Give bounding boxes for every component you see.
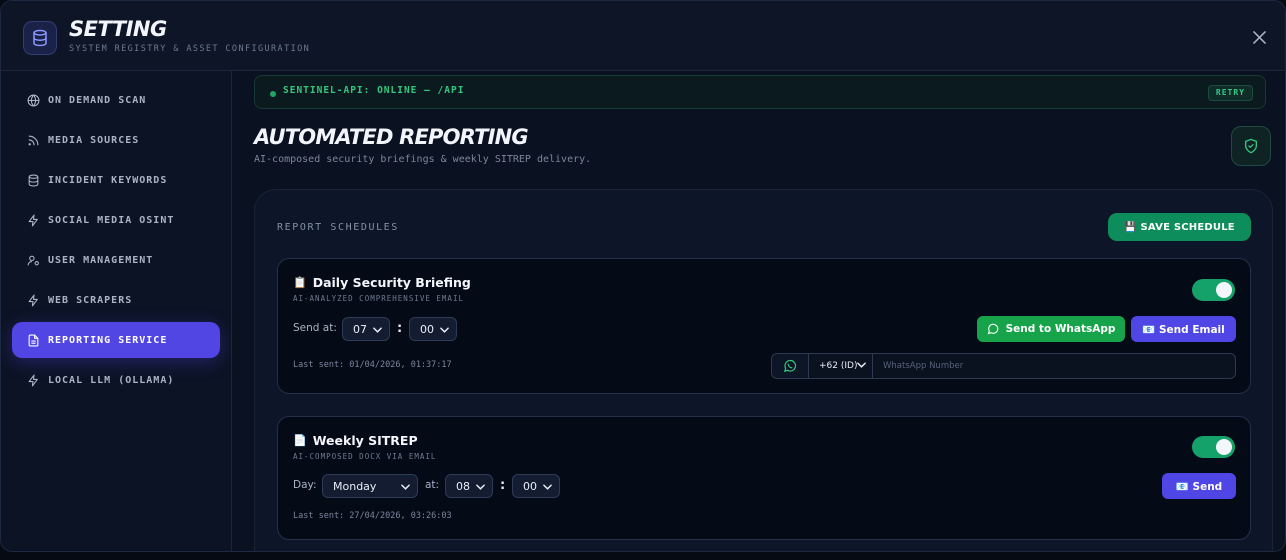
whatsapp-number-group: +62 (ID)	[771, 353, 1236, 379]
weekly-sitrep-card: 📄 Weekly SITREP AI-COMPOSED DOCX VIA EMA…	[277, 416, 1251, 540]
select-value: 08	[456, 479, 470, 493]
sidebar-item-label: INCIDENT KEYWORDS	[48, 174, 168, 186]
chevron-down-icon	[440, 327, 449, 333]
select-value: +62 (ID)	[819, 361, 858, 371]
retry-button[interactable]: RETRY	[1207, 85, 1253, 101]
send-at-label: Send at:	[293, 322, 337, 334]
sidebar-item-label: WEB SCRAPERS	[48, 294, 133, 306]
time-separator: :	[397, 321, 403, 336]
select-value: 07	[353, 322, 367, 336]
card-title-text: Daily Security Briefing	[312, 275, 471, 290]
report-schedules-panel: REPORT SCHEDULES 💾 SAVE SCHEDULE 📋 Daily…	[254, 189, 1273, 551]
select-value: 00	[420, 322, 434, 336]
window-subtitle: SYSTEM REGISTRY & ASSET CONFIGURATION	[69, 44, 311, 54]
sidebar-item-label: MEDIA SOURCES	[48, 134, 140, 146]
page-title: AUTOMATED REPORTING	[254, 125, 529, 149]
select-value: 00	[523, 479, 537, 493]
chevron-down-icon	[476, 484, 485, 490]
section-title: REPORT SCHEDULES	[277, 222, 399, 233]
bolt-icon	[26, 373, 40, 387]
bolt-icon	[26, 293, 40, 307]
chevron-down-icon	[373, 327, 382, 333]
database-icon	[26, 173, 40, 187]
sidebar-item-on-demand-scan[interactable]: ON DEMAND SCAN	[12, 82, 220, 118]
header: SETTING SYSTEM REGISTRY & ASSET CONFIGUR…	[1, 1, 1285, 71]
weekly-minute-select[interactable]: 00	[512, 474, 560, 498]
whatsapp-icon	[987, 323, 998, 335]
button-label: Send to WhatsApp	[1005, 323, 1116, 335]
send-sitrep-button[interactable]: 📧 Send	[1162, 473, 1236, 499]
toggle-knob	[1216, 439, 1232, 455]
daily-minute-select[interactable]: 00	[409, 317, 457, 341]
card-subtitle: AI-COMPOSED DOCX VIA EMAIL	[293, 452, 437, 461]
user-settings-icon	[26, 253, 40, 267]
daily-enable-toggle[interactable]	[1192, 279, 1235, 301]
sidebar-item-social-media-osint[interactable]: SOCIAL MEDIA OSINT	[12, 202, 220, 238]
chevron-down-icon	[857, 362, 866, 368]
time-separator: :	[500, 478, 506, 493]
card-title: 📋 Daily Security Briefing	[293, 275, 471, 290]
sidebar: ON DEMAND SCAN MEDIA SOURCES INCIDENT KE…	[1, 71, 232, 551]
send-to-whatsapp-button[interactable]: Send to WhatsApp	[977, 316, 1125, 342]
whatsapp-number-input[interactable]	[873, 354, 1235, 378]
weekly-hour-select[interactable]: 08	[445, 474, 493, 498]
rss-icon	[26, 133, 40, 147]
sidebar-item-incident-keywords[interactable]: INCIDENT KEYWORDS	[12, 162, 220, 198]
globe-icon	[26, 93, 40, 107]
save-schedule-button[interactable]: 💾 SAVE SCHEDULE	[1108, 213, 1251, 241]
card-subtitle: AI-ANALYZED COMPREHENSIVE EMAIL	[293, 294, 464, 303]
window-title: SETTING	[69, 17, 167, 41]
toggle-knob	[1216, 282, 1232, 298]
clipboard-icon: 📋	[293, 276, 307, 289]
card-title-text: Weekly SITREP	[312, 433, 418, 448]
country-code-select[interactable]: +62 (ID)	[809, 354, 873, 378]
database-logo-icon	[23, 21, 57, 55]
at-label: at:	[425, 479, 440, 491]
day-label: Day:	[293, 479, 317, 491]
sidebar-item-user-management[interactable]: USER MANAGEMENT	[12, 242, 220, 278]
chevron-down-icon	[401, 484, 410, 490]
sidebar-item-reporting-service[interactable]: REPORTING SERVICE	[12, 322, 220, 358]
daily-hour-select[interactable]: 07	[342, 317, 390, 341]
sidebar-item-label: ON DEMAND SCAN	[48, 94, 147, 106]
sidebar-item-label: USER MANAGEMENT	[48, 254, 154, 266]
shield-check-icon	[1231, 126, 1271, 166]
sidebar-item-label: REPORTING SERVICE	[48, 334, 168, 346]
document-icon	[26, 333, 40, 347]
main-content: SENTINEL-API: ONLINE — /API RETRY AUTOMA…	[232, 71, 1285, 551]
sidebar-item-media-sources[interactable]: MEDIA SOURCES	[12, 122, 220, 158]
card-title: 📄 Weekly SITREP	[293, 433, 418, 448]
daily-briefing-card: 📋 Daily Security Briefing AI-ANALYZED CO…	[277, 258, 1251, 394]
select-value: Monday	[333, 479, 377, 493]
sidebar-item-local-llm[interactable]: LOCAL LLM (OLLAMA)	[12, 362, 220, 398]
document-icon: 📄	[293, 434, 307, 447]
page-subtitle: AI-composed security briefings & weekly …	[254, 154, 592, 165]
sidebar-item-label: SOCIAL MEDIA OSINT	[48, 214, 175, 226]
bolt-icon	[26, 213, 40, 227]
api-status-bar: SENTINEL-API: ONLINE — /API RETRY	[254, 75, 1266, 109]
chevron-down-icon	[543, 484, 552, 490]
last-sent-text: Last sent: 27/04/2026, 03:26:03	[293, 511, 452, 521]
sidebar-item-label: LOCAL LLM (OLLAMA)	[48, 374, 175, 386]
send-email-button[interactable]: 📧 Send Email	[1131, 316, 1236, 342]
whatsapp-icon	[772, 354, 809, 378]
close-icon[interactable]	[1249, 27, 1269, 47]
settings-window: SETTING SYSTEM REGISTRY & ASSET CONFIGUR…	[0, 0, 1286, 552]
status-dot	[270, 91, 276, 97]
weekly-enable-toggle[interactable]	[1192, 436, 1235, 458]
last-sent-text: Last sent: 01/04/2026, 01:37:17	[293, 360, 452, 370]
sidebar-item-web-scrapers[interactable]: WEB SCRAPERS	[12, 282, 220, 318]
weekly-day-select[interactable]: Monday	[322, 474, 418, 498]
api-status-text: SENTINEL-API: ONLINE — /API	[283, 85, 465, 96]
